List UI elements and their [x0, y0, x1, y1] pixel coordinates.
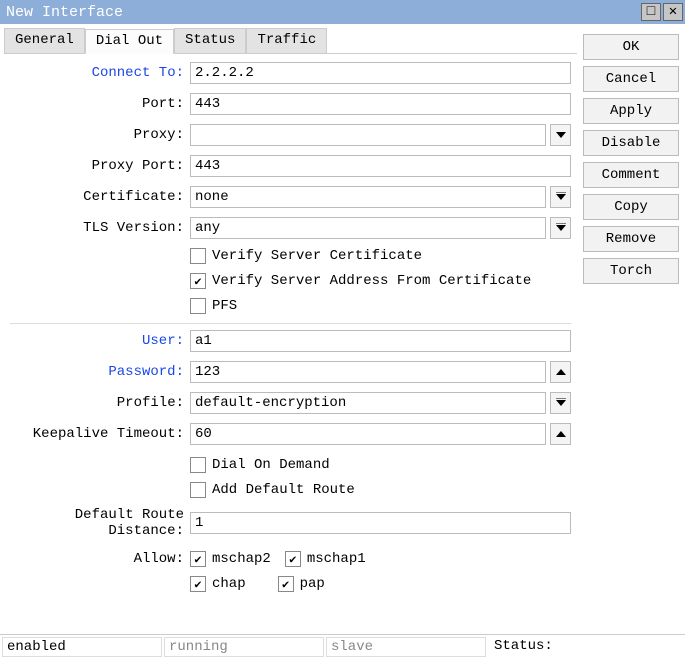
proxy-port-label: Proxy Port: [10, 158, 190, 174]
button-panel: OK Cancel Apply Disable Comment Copy Rem… [583, 28, 679, 630]
certificate-label: Certificate: [10, 189, 190, 205]
status-running: running [164, 637, 324, 657]
minimize-button[interactable]: □ [641, 3, 661, 21]
keepalive-collapse-icon[interactable] [550, 423, 571, 445]
profile-dropdown-icon[interactable] [550, 392, 571, 414]
close-button[interactable]: ✕ [663, 3, 683, 21]
keepalive-input[interactable] [190, 423, 546, 445]
status-label: Status: [488, 637, 557, 657]
connect-to-label: Connect To: [10, 65, 190, 81]
password-label: Password: [10, 364, 190, 380]
certificate-dropdown-icon[interactable] [550, 186, 571, 208]
torch-button[interactable]: Torch [583, 258, 679, 284]
tab-traffic[interactable]: Traffic [246, 28, 327, 53]
allow-chap-label: chap [212, 576, 246, 592]
ok-button[interactable]: OK [583, 34, 679, 60]
proxy-port-input[interactable] [190, 155, 571, 177]
verify-addr-cert-label: Verify Server Address From Certificate [212, 273, 531, 289]
keepalive-label: Keepalive Timeout: [10, 426, 190, 442]
tab-dial-out[interactable]: Dial Out [85, 29, 174, 54]
proxy-dropdown-icon[interactable] [550, 124, 571, 146]
port-label: Port: [10, 96, 190, 112]
separator [10, 323, 571, 324]
port-input[interactable] [190, 93, 571, 115]
add-default-route-label: Add Default Route [212, 482, 355, 498]
status-enabled: enabled [2, 637, 162, 657]
allow-label: Allow: [10, 551, 190, 567]
apply-button[interactable]: Apply [583, 98, 679, 124]
dial-on-demand-label: Dial On Demand [212, 457, 330, 473]
pfs-label: PFS [212, 298, 237, 314]
copy-button[interactable]: Copy [583, 194, 679, 220]
default-route-distance-input[interactable] [190, 512, 571, 534]
tab-general[interactable]: General [4, 28, 85, 53]
status-bar: enabled running slave Status: [0, 634, 685, 658]
dial-on-demand-checkbox[interactable] [190, 457, 206, 473]
cancel-button[interactable]: Cancel [583, 66, 679, 92]
title-bar: New Interface □ ✕ [0, 0, 685, 24]
add-default-route-checkbox[interactable] [190, 482, 206, 498]
tls-version-input[interactable] [190, 217, 546, 239]
allow-pap-label: pap [300, 576, 325, 592]
status-slave: slave [326, 637, 486, 657]
user-input[interactable] [190, 330, 571, 352]
allow-pap-checkbox[interactable] [278, 576, 294, 592]
password-input[interactable] [190, 361, 546, 383]
connect-to-input[interactable] [190, 62, 571, 84]
verify-server-cert-label: Verify Server Certificate [212, 248, 422, 264]
window-title: New Interface [6, 4, 639, 21]
proxy-label: Proxy: [10, 127, 190, 143]
tls-version-dropdown-icon[interactable] [550, 217, 571, 239]
default-route-distance-label: Default Route Distance: [10, 507, 190, 539]
allow-mschap2-label: mschap2 [212, 551, 271, 567]
allow-mschap1-label: mschap1 [307, 551, 366, 567]
comment-button[interactable]: Comment [583, 162, 679, 188]
allow-chap-checkbox[interactable] [190, 576, 206, 592]
allow-mschap2-checkbox[interactable] [190, 551, 206, 567]
tab-status[interactable]: Status [174, 28, 246, 53]
certificate-input[interactable] [190, 186, 546, 208]
tab-bar: General Dial Out Status Traffic [4, 28, 577, 54]
profile-input[interactable] [190, 392, 546, 414]
profile-label: Profile: [10, 395, 190, 411]
remove-button[interactable]: Remove [583, 226, 679, 252]
verify-addr-cert-checkbox[interactable] [190, 273, 206, 289]
proxy-input[interactable] [190, 124, 546, 146]
password-collapse-icon[interactable] [550, 361, 571, 383]
allow-mschap1-checkbox[interactable] [285, 551, 301, 567]
tls-version-label: TLS Version: [10, 220, 190, 236]
verify-server-cert-checkbox[interactable] [190, 248, 206, 264]
user-label: User: [10, 333, 190, 349]
pfs-checkbox[interactable] [190, 298, 206, 314]
disable-button[interactable]: Disable [583, 130, 679, 156]
